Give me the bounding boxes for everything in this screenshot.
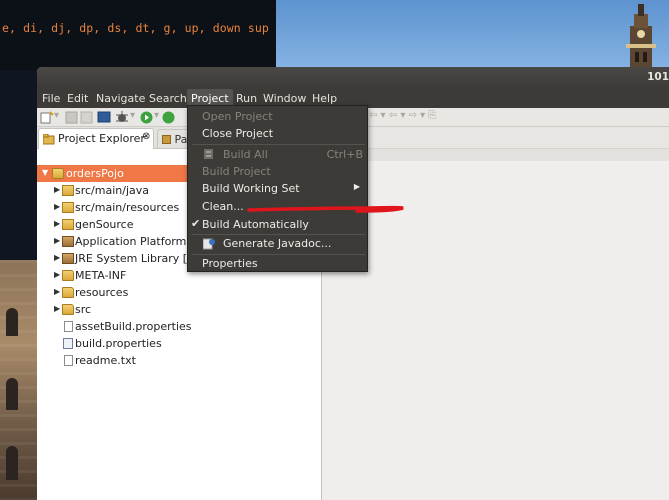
desktop-wallpaper-sky	[276, 0, 669, 70]
close-icon[interactable]: ⊗	[142, 131, 150, 142]
tree-item-label: ordersPojo	[66, 167, 124, 180]
tree-item-label: genSource	[75, 218, 134, 231]
menu-item-label: Clean...	[202, 200, 244, 213]
red-annotation-stroke	[247, 205, 404, 213]
tree-item-label: Application Platform Ir	[75, 235, 198, 248]
terminal-icon[interactable]	[97, 111, 111, 124]
package-folder-icon	[62, 202, 74, 213]
package-folder-icon	[62, 219, 74, 230]
submenu-arrow-icon: ▶	[353, 182, 360, 191]
expand-arrow-icon[interactable]: ▶	[54, 236, 60, 245]
menu-edit[interactable]: Edit	[63, 89, 92, 107]
menu-item-properties[interactable]: Properties	[188, 255, 369, 272]
wallpaper-palace	[0, 260, 38, 500]
menu-item-label: Build Project	[202, 165, 271, 178]
expand-arrow-icon[interactable]: ▶	[54, 253, 60, 262]
tree-item-label: JRE System Library [Jav	[75, 252, 204, 265]
expand-arrow-icon[interactable]: ▶	[54, 304, 60, 313]
expand-arrow-icon[interactable]: ▶	[54, 202, 60, 211]
save-icon[interactable]	[65, 111, 78, 124]
menu-separator	[192, 144, 365, 145]
tree-item-build-properties[interactable]: build.properties	[37, 335, 322, 352]
tree-item-readme[interactable]: readme.txt	[37, 352, 322, 369]
run-dropdown-icon[interactable]: ▾	[154, 110, 159, 123]
package-folder-icon	[62, 185, 74, 196]
menu-item-open-project[interactable]: Open Project	[188, 108, 369, 125]
palace-window-1	[6, 308, 18, 336]
menu-item-label: Build Automatically	[202, 218, 309, 231]
package-explorer-icon	[162, 135, 171, 144]
menu-file[interactable]: File	[38, 89, 64, 107]
palace-window-2	[6, 378, 18, 410]
menu-item-generate-javadoc[interactable]: Generate Javadoc...	[188, 235, 369, 252]
terminal-window: e, di, dj, dp, ds, dt, g, up, down sup	[0, 0, 276, 70]
menu-item-label: Generate Javadoc...	[223, 237, 332, 250]
tree-item-label: resources	[75, 286, 129, 299]
menu-search[interactable]: Search	[145, 89, 191, 107]
properties-file-icon	[63, 338, 73, 349]
expand-arrow-icon[interactable]: ▶	[54, 219, 60, 228]
menu-navigate[interactable]: Navigate	[92, 89, 149, 107]
tree-item-label: META-INF	[75, 269, 127, 282]
project-dropdown-menu: Open Project Close Project Build All Ctr…	[187, 105, 368, 272]
tree-item-resources[interactable]: ▶ resources	[37, 284, 322, 301]
tree-item-src[interactable]: ▶ src	[37, 301, 322, 318]
wallpaper-tower-icon	[626, 4, 656, 70]
menu-item-label: Build Working Set	[202, 182, 300, 195]
tree-item-label: src	[75, 303, 92, 316]
file-icon	[64, 355, 73, 366]
tree-item-label: readme.txt	[75, 354, 136, 367]
tree-item-label: src/main/java	[75, 184, 150, 197]
expand-arrow-icon[interactable]: ▶	[54, 287, 60, 296]
save-all-icon[interactable]	[80, 111, 93, 124]
tree-item-assetbuild-properties[interactable]: assetBuild.properties	[37, 318, 322, 335]
menu-item-build-automatically[interactable]: ✔ Build Automatically	[188, 216, 369, 233]
menu-item-label: Open Project	[202, 110, 273, 123]
new-dropdown-icon[interactable]: ▾	[54, 110, 59, 123]
editor-toolbar-strip	[322, 127, 669, 149]
tree-item-label: assetBuild.properties	[75, 320, 192, 333]
file-icon	[64, 321, 73, 332]
debug-icon[interactable]	[115, 111, 129, 124]
expand-arrow-icon[interactable]: ▶	[54, 270, 60, 279]
menu-item-build-working-set[interactable]: Build Working Set ▶	[188, 180, 369, 197]
library-icon	[62, 236, 74, 247]
project-explorer-icon	[43, 134, 55, 145]
debug-dropdown-icon[interactable]: ▾	[130, 110, 135, 123]
build-all-icon	[204, 149, 213, 159]
shortcut-label: Ctrl+B	[326, 148, 363, 161]
tab-project-explorer[interactable]: Project Explorer ⊗	[38, 128, 154, 149]
menu-item-label: Close Project	[202, 127, 274, 140]
project-folder-icon	[52, 168, 64, 179]
window-title: 101	[647, 71, 669, 83]
terminal-output: e, di, dj, dp, ds, dt, g, up, down sup	[2, 21, 269, 35]
prev-annotation-icon[interactable]: ⇦ ▾ ⇦ ▾ ⇨ ▾ ⎘	[369, 110, 436, 123]
terminal-window-lower	[0, 70, 38, 260]
folder-icon	[62, 304, 74, 315]
tree-item-label: build.properties	[75, 337, 162, 350]
folder-icon	[62, 270, 74, 281]
menu-item-build-all[interactable]: Build All Ctrl+B	[188, 146, 369, 163]
window-titlebar[interactable]: 101	[37, 67, 669, 88]
run-icon[interactable]	[140, 111, 153, 124]
new-icon[interactable]	[40, 111, 54, 124]
expand-arrow-icon[interactable]: ▶	[54, 185, 60, 194]
library-icon	[62, 253, 74, 264]
editor-area[interactable]	[322, 127, 669, 500]
folder-icon	[62, 287, 74, 298]
menu-item-close-project[interactable]: Close Project	[188, 125, 369, 142]
palace-window-3	[6, 446, 18, 480]
tree-item-label: src/main/resources	[75, 201, 180, 214]
menu-item-build-project[interactable]: Build Project	[188, 163, 369, 180]
checkmark-icon: ✔	[191, 217, 201, 230]
collapse-arrow-icon[interactable]: ▼	[42, 168, 48, 177]
external-tools-icon[interactable]	[162, 111, 175, 124]
menu-item-label: Build All	[223, 148, 268, 161]
editor-tab-area	[360, 149, 669, 161]
javadoc-icon	[203, 238, 215, 250]
tab-project-explorer-label: Project Explorer	[58, 132, 145, 145]
menu-item-label: Properties	[202, 257, 258, 270]
